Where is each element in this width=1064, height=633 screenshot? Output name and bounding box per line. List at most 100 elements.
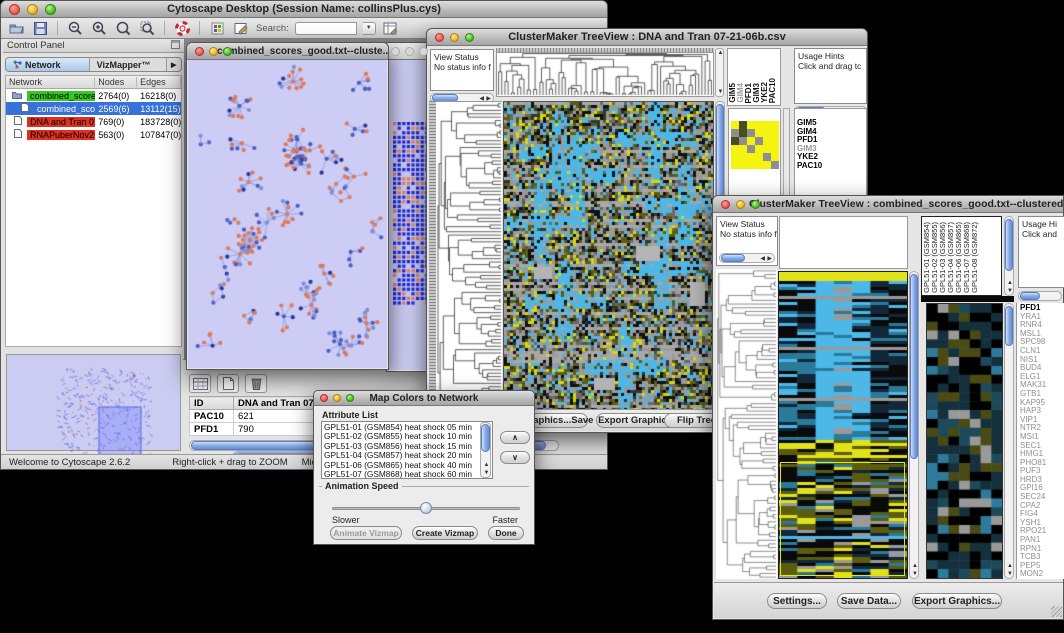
tv1-column-scrollbar[interactable]: ▲▼ bbox=[715, 48, 724, 97]
tv2-zoom-vscrollbar[interactable]: ▲▼ bbox=[1004, 303, 1014, 579]
zoom-fit-icon[interactable] bbox=[114, 20, 132, 36]
delete-attribute-icon[interactable] bbox=[245, 374, 267, 393]
overview-canvas[interactable] bbox=[7, 355, 181, 458]
done-button[interactable]: Done bbox=[488, 526, 524, 540]
resize-grip[interactable] bbox=[1051, 606, 1062, 617]
close-button[interactable] bbox=[391, 47, 400, 56]
window-controls bbox=[9, 4, 56, 15]
attribute-list[interactable]: GPL51-01 (GSM854) heat shock 05 minGPL51… bbox=[321, 421, 493, 479]
new-attribute-icon[interactable] bbox=[217, 374, 239, 393]
network-overview-panel[interactable] bbox=[6, 354, 181, 451]
search-input[interactable] bbox=[295, 22, 357, 35]
zoom-selected-icon[interactable] bbox=[138, 20, 156, 36]
tv2-heatmap[interactable] bbox=[778, 271, 908, 579]
tv2-hints-scrollbar[interactable] bbox=[1018, 291, 1062, 301]
tv1rd-canvas[interactable] bbox=[436, 102, 502, 412]
animate-vizmap-button[interactable]: Animate Vizmap bbox=[330, 526, 402, 540]
save-data-button[interactable]: Save Data... bbox=[837, 593, 901, 609]
close-button[interactable] bbox=[320, 394, 328, 402]
help-icon[interactable] bbox=[173, 20, 191, 36]
network-canvas[interactable] bbox=[188, 60, 387, 368]
matrix-cell bbox=[755, 129, 763, 137]
tab-vizmapper[interactable]: VizMapper™ bbox=[90, 58, 167, 71]
minimize-button[interactable] bbox=[450, 33, 459, 42]
close-button[interactable] bbox=[435, 33, 444, 42]
tab-vizmapper-label: VizMapper™ bbox=[97, 60, 151, 70]
tab-network[interactable]: Network bbox=[6, 58, 90, 71]
annotation-icon[interactable] bbox=[232, 20, 250, 36]
minimize-button[interactable] bbox=[209, 47, 218, 56]
zoom-button[interactable] bbox=[45, 4, 56, 15]
tv2-row-dendrogram[interactable] bbox=[716, 269, 777, 579]
treeview1-titlebar[interactable]: ClusterMaker TreeView : DNA and Tran 07-… bbox=[427, 29, 867, 46]
zoom-button[interactable] bbox=[751, 200, 760, 209]
create-vizmap-button[interactable]: Create Vizmap bbox=[412, 526, 478, 540]
matrix-cell bbox=[731, 145, 739, 153]
network-nodes: 2569(6) bbox=[95, 104, 137, 114]
gene-label[interactable]: GPL51-08 (GSM872) bbox=[971, 222, 979, 293]
open-file-icon[interactable] bbox=[7, 20, 25, 36]
close-button[interactable] bbox=[721, 200, 730, 209]
tv2-column-dendrogram[interactable] bbox=[779, 216, 908, 269]
tv2-heatmap-vscrollbar[interactable]: ▲▼ bbox=[909, 271, 919, 579]
minimize-button[interactable] bbox=[27, 4, 38, 15]
tv1-column-dendrogram[interactable] bbox=[496, 52, 714, 97]
search-dropdown-icon[interactable]: ▼ bbox=[363, 22, 376, 35]
table-view-icon[interactable] bbox=[189, 374, 211, 393]
matrix-cell bbox=[771, 121, 779, 129]
zoom-button[interactable] bbox=[346, 394, 354, 402]
matrix-cell bbox=[747, 145, 755, 153]
matrix-cell bbox=[747, 121, 755, 129]
minimize-button[interactable] bbox=[736, 200, 745, 209]
zoom-button[interactable] bbox=[223, 47, 232, 56]
zoom-button[interactable] bbox=[419, 47, 428, 56]
network-view-titlebar[interactable]: combined_scores_good.txt--cluste... bbox=[187, 43, 388, 60]
zoom-button[interactable] bbox=[465, 33, 474, 42]
tv2rd-canvas[interactable] bbox=[716, 269, 777, 579]
tv1cd-canvas[interactable] bbox=[497, 53, 713, 96]
animation-slider[interactable] bbox=[332, 501, 520, 515]
settings-button[interactable]: Settings... bbox=[767, 593, 827, 609]
matrix-cell bbox=[731, 137, 739, 145]
dialog-titlebar[interactable]: Map Colors to Network bbox=[314, 391, 534, 406]
export-graphics-button[interactable]: Export Graphics... bbox=[912, 593, 1002, 609]
gene-label[interactable]: MON2 bbox=[1020, 570, 1064, 579]
tv2-zoom-heatmap[interactable] bbox=[926, 303, 1003, 579]
tv2-labels-scrollbar[interactable]: ▲▼ bbox=[1004, 216, 1014, 296]
float-panel-icon[interactable] bbox=[171, 40, 180, 52]
slider-thumb[interactable] bbox=[420, 502, 432, 514]
move-up-button[interactable]: ∧ bbox=[500, 431, 530, 444]
close-button[interactable] bbox=[9, 4, 20, 15]
save-data-button[interactable]: Export Graphics...Save Data... bbox=[526, 413, 588, 428]
vizmapper-icon[interactable] bbox=[208, 20, 226, 36]
net-canvas[interactable] bbox=[188, 60, 387, 368]
treeview2-titlebar[interactable]: ClusterMaker TreeView : combined_scores_… bbox=[713, 196, 1063, 213]
zoom-out-icon[interactable] bbox=[66, 20, 84, 36]
attribute-list-label: Attribute List bbox=[322, 410, 378, 420]
tab-overflow-icon[interactable]: ▶ bbox=[167, 58, 181, 71]
tv2z-canvas[interactable] bbox=[927, 304, 1002, 578]
table-row[interactable]: DNA and Tran 07769(0)183728(0) bbox=[6, 115, 181, 128]
close-button[interactable] bbox=[195, 47, 204, 56]
save-icon[interactable] bbox=[31, 20, 49, 36]
network-table-header[interactable]: Network Nodes Edges bbox=[6, 76, 181, 89]
move-down-button[interactable]: ∨ bbox=[500, 451, 530, 464]
table-row[interactable]: RNAPuberNov2+563(0)107847(0) bbox=[6, 128, 181, 141]
attribute-browser-icon[interactable] bbox=[382, 20, 400, 36]
tv1-heatmap[interactable] bbox=[503, 101, 714, 411]
tv1-row-dendrogram[interactable] bbox=[436, 101, 502, 411]
attribute-list-item[interactable]: GPL51-07 (GSM868) heat shock 60 min bbox=[324, 470, 490, 479]
tv2-status-scrollbar[interactable]: ◀▶ bbox=[719, 253, 775, 263]
minimize-button[interactable] bbox=[333, 394, 341, 402]
minimize-button[interactable] bbox=[405, 47, 414, 56]
attribute-list-scrollbar[interactable]: ▲▼ bbox=[480, 422, 491, 478]
network-edges: 16218(0) bbox=[137, 91, 181, 101]
main-titlebar[interactable]: Cytoscape Desktop (Session Name: collins… bbox=[1, 1, 607, 18]
table-row[interactable]: combined_sco2569(6)13112(15) bbox=[6, 102, 181, 115]
tv1h-canvas[interactable] bbox=[504, 102, 713, 410]
zoom-in-icon[interactable] bbox=[90, 20, 108, 36]
table-row[interactable]: combined_scores2764(0)16218(0) bbox=[6, 89, 181, 102]
gene-label[interactable]: PAC10 bbox=[797, 162, 864, 171]
gene-label[interactable]: PAC10 bbox=[769, 78, 777, 103]
matrix-cell bbox=[739, 137, 747, 145]
